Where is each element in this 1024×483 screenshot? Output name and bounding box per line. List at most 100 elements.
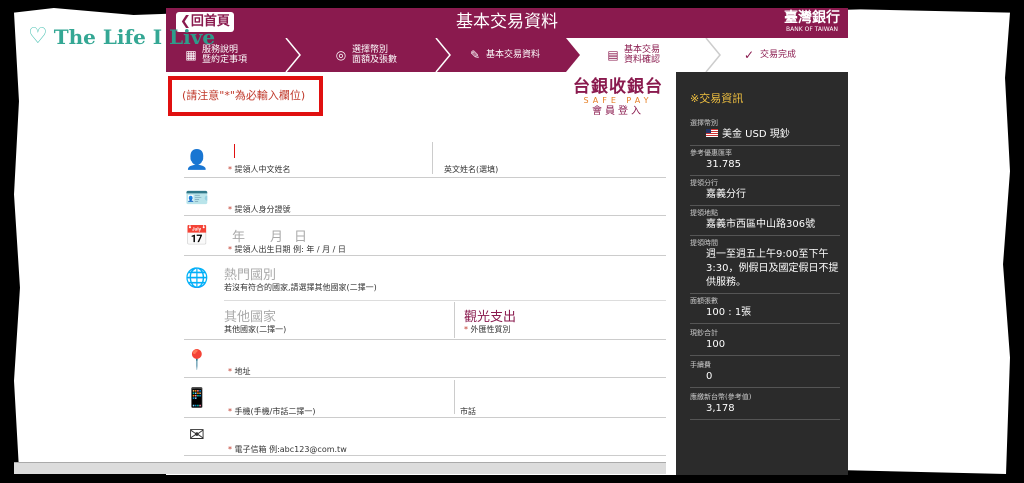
divider <box>454 302 455 338</box>
heart-icon: ♡ <box>28 24 48 49</box>
envelope-icon: ✉ <box>189 424 205 446</box>
divider <box>432 142 433 174</box>
step-complete: ✓ 交易完成 <box>742 38 796 72</box>
grid-icon: ▦ <box>185 48 197 62</box>
req-mark: * <box>228 245 232 254</box>
req-mark: * <box>228 407 232 416</box>
info-key: 應繳新台幣(參考值) <box>690 393 752 401</box>
mobile-label: * 手機(手機/市話二擇一) <box>228 406 315 417</box>
info-key: 手續費 <box>690 361 711 369</box>
info-value: 100 <box>706 339 726 350</box>
id-input[interactable] <box>228 180 658 198</box>
info-denomination: 面額張數 100 : 1張 <box>690 296 840 324</box>
step-label: 暨約定事項 <box>202 55 248 65</box>
req-mark: * <box>228 445 232 454</box>
step-basic-data: ✎ 基本交易資料 <box>468 38 540 72</box>
address-label-text: 地址 <box>234 367 251 376</box>
info-key: 現鈔合計 <box>690 329 718 337</box>
app-window: ❮回首頁 基本交易資料 臺灣銀行 BANK OF TAIWAN ▦ 服務說明 暨約… <box>166 8 848 475</box>
step-label: 基本交易 <box>624 45 661 55</box>
hot-country-select[interactable]: 熱門國別 <box>224 264 276 283</box>
other-country-label: 其他國家(二擇一) <box>224 325 287 334</box>
id-card-icon: 🪪 <box>185 187 209 209</box>
step-label: 選擇幣別 <box>352 45 389 55</box>
mobile-phone-icon: 📱 <box>185 387 209 409</box>
dob-label: * 提領人出生日期 例: 年 / 月 / 日 <box>228 244 346 255</box>
info-branch: 提領分行 嘉義分行 <box>690 178 840 206</box>
person-icon: 👤 <box>185 149 209 171</box>
info-value-text: 美金 USD 現鈔 <box>722 129 790 140</box>
name-en-input[interactable] <box>444 142 664 160</box>
transaction-info-panel: ※交易資訊 選擇幣別 美金 USD 現鈔 參考優惠匯率 31.785 提領分行 … <box>676 72 848 475</box>
id-label: * 提領人身分證號 <box>228 204 291 215</box>
calendar-icon: 📅 <box>185 225 209 247</box>
req-mark: * <box>228 205 232 214</box>
watermark: ♡ The Life I Live <box>28 24 215 49</box>
info-value: 美金 USD 現鈔 <box>690 128 840 142</box>
map-pin-icon: 📍 <box>185 349 209 371</box>
info-key: 提領地點 <box>690 209 718 217</box>
info-time: 提領時間 週一至週五上午9:00至下午3:30，例假日及國定假日不提供服務。 <box>690 238 840 294</box>
step-label: 資料確認 <box>624 55 661 65</box>
name-row: 👤 * 提領人中文姓名 英文姓名(選填) <box>184 140 666 178</box>
phone-input[interactable] <box>460 380 660 398</box>
required-notice: (請注意"*"為必輸入欄位) <box>168 76 323 116</box>
dob-month-input[interactable]: 月 <box>270 226 283 245</box>
globe-icon: 🌐 <box>185 267 209 289</box>
info-fee: 手續費 0 <box>690 360 840 388</box>
bank-logo: 臺灣銀行 BANK OF TAIWAN <box>784 10 840 34</box>
req-mark: * <box>228 367 232 376</box>
req-mark: * <box>464 325 468 334</box>
email-label-text: 電子信箱 例:abc123@com.tw <box>234 445 347 454</box>
info-rate: 參考優惠匯率 31.785 <box>690 148 840 176</box>
info-value: 3,178 <box>706 403 735 414</box>
safepay-en: SAFE PAY <box>583 96 653 105</box>
purpose-label: * 外匯性質別 <box>464 324 511 335</box>
email-label: * 電子信箱 例:abc123@com.tw <box>228 444 347 455</box>
other-country-select[interactable]: 其他國家 <box>224 306 276 325</box>
info-key: 提領分行 <box>690 179 718 187</box>
info-value: 100 : 1張 <box>706 307 752 318</box>
info-ntd: 應繳新台幣(參考值) 3,178 <box>690 392 840 420</box>
step-confirm: ▤ 基本交易 資料確認 <box>606 38 660 72</box>
id-label-text: 提領人身分證號 <box>234 205 291 214</box>
phone-label: 市話 <box>460 407 476 416</box>
dob-year-input[interactable]: 年 <box>232 226 245 245</box>
dob-day-input[interactable]: 日 <box>294 226 307 245</box>
safepay-login-label: 會員登入 <box>592 106 644 117</box>
address-label: * 地址 <box>228 366 251 377</box>
info-value: 31.785 <box>706 159 741 170</box>
info-value: 0 <box>706 371 713 382</box>
info-currency: 選擇幣別 美金 USD 現鈔 <box>690 118 840 146</box>
taskbar <box>14 462 666 474</box>
step-currency: ◎ 選擇幣別 面額及張數 <box>334 38 397 72</box>
mobile-input[interactable] <box>228 380 448 398</box>
hot-country-hint: 若沒有符合的國家,請選擇其他國家(二擇一) <box>224 283 377 292</box>
step-label: 交易完成 <box>760 50 797 60</box>
email-input[interactable] <box>228 420 658 438</box>
check-icon: ✓ <box>743 48 755 62</box>
address-input[interactable] <box>228 342 658 360</box>
info-value: 週一至週五上午9:00至下午3:30，例假日及國定假日不提供服務。 <box>706 249 839 288</box>
purpose-label-text: 外匯性質別 <box>470 325 511 334</box>
top-bar: ❮回首頁 基本交易資料 臺灣銀行 BANK OF TAIWAN <box>166 8 848 38</box>
step-label: 面額及張數 <box>352 55 398 65</box>
bank-name-en: BANK OF TAIWAN <box>786 26 838 33</box>
page-title: 基本交易資料 <box>456 12 558 32</box>
name-zh-input[interactable] <box>234 144 235 158</box>
confirm-icon: ▤ <box>607 48 619 62</box>
progress-steps: ▦ 服務說明 暨約定事項 ◎ 選擇幣別 面額及張數 ✎ 基本交易資料 ▤ 基本交易資… <box>166 38 848 72</box>
info-key: 面額張數 <box>690 297 718 305</box>
purpose-select[interactable]: 觀光支出 <box>464 306 516 325</box>
us-flag-icon <box>706 129 718 137</box>
panel-title: ※交易資訊 <box>690 92 744 105</box>
name-en-label: 英文姓名(選填) <box>444 165 499 174</box>
mobile-label-text: 手機(手機/市話二擇一) <box>234 407 316 416</box>
name-zh-label-text: 提領人中文姓名 <box>234 165 291 174</box>
safepay-login-button[interactable]: 台銀收銀台 SAFE PAY 會員登入 <box>568 78 668 118</box>
transaction-form: (請注意"*"為必輸入欄位) 台銀收銀台 SAFE PAY 會員登入 👤 * 提… <box>166 72 676 475</box>
watermark-text: The Life I Live <box>53 24 216 49</box>
req-mark: * <box>228 165 232 174</box>
info-value: 嘉義市西區中山路306號 <box>706 219 816 230</box>
info-value: 嘉義分行 <box>706 189 746 200</box>
